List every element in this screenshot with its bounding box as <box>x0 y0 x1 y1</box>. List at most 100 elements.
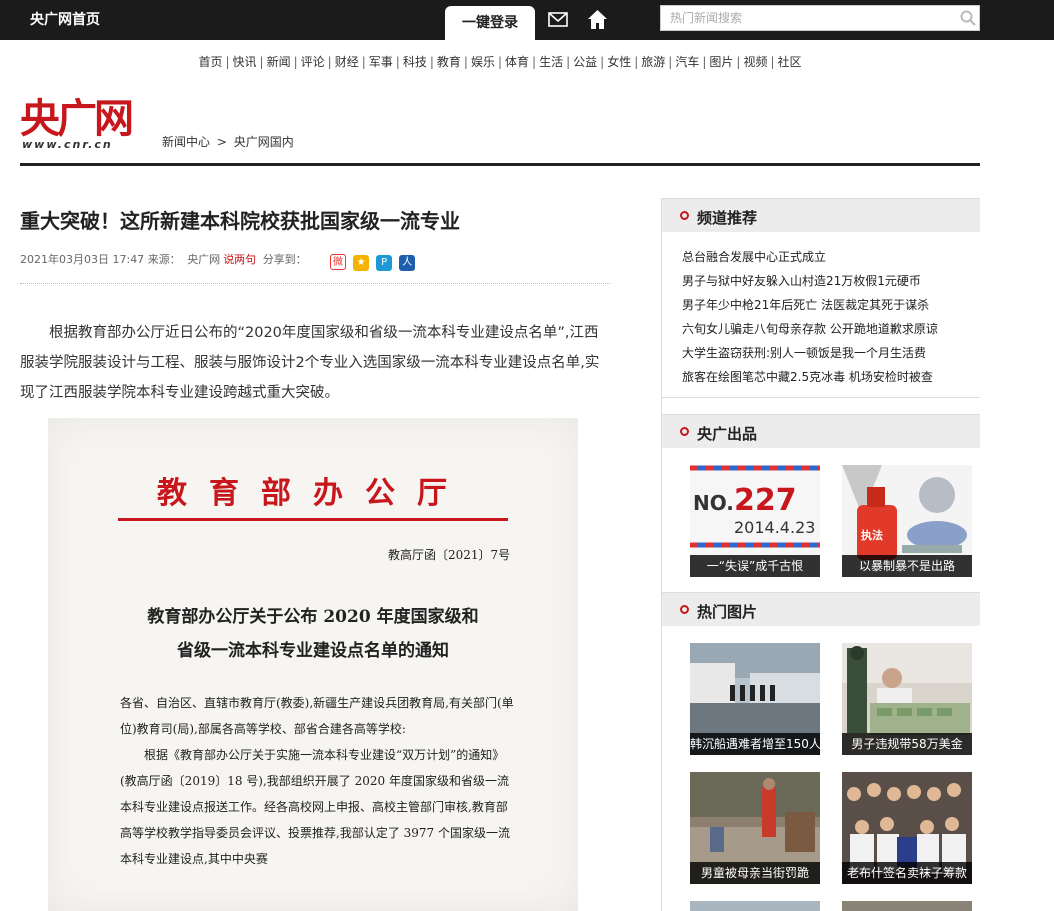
document-title: 教育部办公厅关于公布 2020 年度国家级和 省级一流本科专业建设点名单的通知 <box>48 600 578 668</box>
breadcrumb: 新闻中心 > 央广网国内 <box>162 133 294 150</box>
weibo-share-icon[interactable]: 微 <box>330 254 346 270</box>
document-title-line1: 教育部办公厅关于公布 2020 年度国家级和 <box>147 607 479 627</box>
home-icon[interactable] <box>587 9 608 30</box>
nav-item[interactable]: 社区 <box>778 55 802 69</box>
badge-date: 2014.4.23 <box>734 518 815 537</box>
recommend-link[interactable]: 六旬女儿骗走八旬母亲存款 公开跪地道歉求原谅 <box>682 317 977 341</box>
source-label: 来源： <box>147 253 181 266</box>
nav-separator: | <box>259 55 264 69</box>
search-box <box>660 5 980 31</box>
thumb-caption[interactable]: 老布什签名卖袜子筹款 <box>842 862 972 884</box>
home-link[interactable]: 央广网首页 <box>30 9 100 29</box>
qzone-share-icon[interactable]: ★ <box>353 255 370 271</box>
header-divider <box>20 163 980 166</box>
thumb-caption[interactable]: 男童被母亲当街罚跪 <box>690 862 820 884</box>
nav-item[interactable]: 快讯 <box>233 55 257 69</box>
thumb-caption[interactable]: 以暴制暴不是出路 <box>842 555 972 577</box>
nav-separator: | <box>463 55 468 69</box>
nav-separator: | <box>600 55 605 69</box>
nav-separator: | <box>395 55 400 69</box>
nav-item[interactable]: 生活 <box>539 55 563 69</box>
recommend-link[interactable]: 总台融合发展中心正式成立 <box>682 245 977 269</box>
nav-separator: | <box>736 55 741 69</box>
logo-url: www.cnr.cn <box>22 138 113 151</box>
nav-item[interactable]: 娱乐 <box>471 55 495 69</box>
nav-item[interactable]: 评论 <box>301 55 325 69</box>
nav-item[interactable]: 新闻 <box>267 55 291 69</box>
recommend-link[interactable]: 大学生盗窃获刑:别人一顿饭是我一个月生活费 <box>682 341 977 365</box>
breadcrumb-news-center[interactable]: 新闻中心 <box>162 135 210 149</box>
cnr-products-header: 央广出品 <box>662 414 980 448</box>
renren-share-icon[interactable]: 人 <box>399 255 416 271</box>
recommend-link[interactable]: 旅客在绘图笔芯中藏2.5克冰毒 机场安检时被查 <box>682 365 977 389</box>
nav-separator: | <box>497 55 503 69</box>
nav-separator: | <box>770 55 775 69</box>
nav-item[interactable]: 体育 <box>505 55 529 69</box>
document-para1: 各省、自治区、直辖市教育厅(教委),新疆生产建设兵团教育局,有关部门(单位)教育… <box>120 696 514 736</box>
nav-separator: | <box>566 55 571 69</box>
comment-link[interactable]: 说两句 <box>223 253 256 266</box>
nav-item[interactable]: 图片 <box>709 55 733 69</box>
badge-no: NO. <box>693 491 734 515</box>
bullet-circle-icon <box>680 427 689 436</box>
cnr-product-thumb[interactable]: 执法 以暴制暴不是出路 <box>842 465 972 577</box>
nav-separator: | <box>225 55 230 69</box>
article-title: 重大突破！这所新建本科院校获批国家级一流专业 <box>20 209 460 233</box>
hot-pictures-header: 热门图片 <box>662 592 980 626</box>
section-title: 频道推荐 <box>697 209 758 227</box>
nav-separator: | <box>361 55 366 69</box>
share-label: 分享到： <box>262 253 307 266</box>
stamp-text: 执法 <box>861 528 883 542</box>
nav-item[interactable]: 教育 <box>437 55 461 69</box>
section-title: 热门图片 <box>697 603 758 621</box>
cnr-product-thumb[interactable]: NO. 227 2014.4.23 一“失误”成千古恨 <box>690 465 820 577</box>
nav-item[interactable]: 首页 <box>198 55 222 69</box>
channel-recommend-header: 频道推荐 <box>662 198 980 232</box>
hot-picture-thumb[interactable]: 韩沉船遇难者增至150人 <box>690 643 820 755</box>
notice-document-image: 教育部办公厅 教高厅函〔2021〕7号 教育部办公厅关于公布 2020 年度国家… <box>48 418 578 911</box>
cnr-logo[interactable]: 央广网 www.cnr.cn <box>20 96 145 154</box>
nav-item[interactable]: 财经 <box>335 55 359 69</box>
search-input[interactable] <box>661 6 951 30</box>
top-bar: 央广网首页 一键登录 <box>0 0 1054 40</box>
nav-separator: | <box>429 55 434 69</box>
nav-separator: | <box>668 55 673 69</box>
hot-picture-thumb[interactable]: 老布什签名卖袜子筹款 <box>842 772 972 884</box>
nav-item[interactable]: 科技 <box>403 55 427 69</box>
nav-item[interactable]: 女性 <box>607 55 631 69</box>
breadcrumb-separator: > <box>216 135 227 149</box>
logo-text: 央广网 <box>20 95 134 142</box>
recommend-link[interactable]: 男子与狱中好友躲入山村造21万枚假1元硬币 <box>682 269 977 293</box>
hot-picture-thumb-partial[interactable] <box>842 901 972 911</box>
hot-picture-thumb[interactable]: 男童被母亲当街罚跪 <box>690 772 820 884</box>
hot-picture-thumb-partial[interactable] <box>690 901 820 911</box>
mail-icon[interactable] <box>548 11 568 28</box>
one-click-login-button[interactable]: 一键登录 <box>445 6 535 40</box>
nav-separator: | <box>532 55 537 69</box>
hot-picture-thumb[interactable]: 男子违规带58万美金 <box>842 643 972 755</box>
nav-separator: | <box>327 55 332 69</box>
document-number: 教高厅函〔2021〕7号 <box>388 548 511 562</box>
section-title: 央广出品 <box>697 425 758 443</box>
document-para2: 根据《教育部办公厅关于实施一流本科专业建设“双万计划”的通知》(教高厅函〔201… <box>120 748 510 866</box>
document-header: 教育部办公厅 <box>157 476 469 511</box>
meta-divider <box>20 283 610 284</box>
thumb-caption[interactable]: 男子违规带58万美金 <box>842 733 972 755</box>
nav-separator: | <box>702 55 707 69</box>
article-date: 2021年03月03日 17:47 <box>20 253 145 266</box>
search-icon[interactable] <box>960 10 976 26</box>
bullet-circle-icon <box>680 211 689 220</box>
nav-item[interactable]: 旅游 <box>641 55 665 69</box>
thumb-caption[interactable]: 一“失误”成千古恨 <box>690 555 820 577</box>
nav-item[interactable]: 军事 <box>369 55 393 69</box>
nav-item[interactable]: 公益 <box>573 55 597 69</box>
nav-item[interactable]: 视频 <box>743 55 767 69</box>
nav-item[interactable]: 汽车 <box>675 55 699 69</box>
thumb-caption[interactable]: 韩沉船遇难者增至150人 <box>690 733 820 755</box>
breadcrumb-domestic[interactable]: 央广网国内 <box>234 135 294 149</box>
recommend-link[interactable]: 男子年少中枪21年后死亡 法医裁定其死于谋杀 <box>682 293 977 317</box>
sidebar-divider <box>662 397 980 398</box>
document-title-line2: 省级一流本科专业建设点名单的通知 <box>177 641 449 661</box>
nav-separator: | <box>634 55 639 69</box>
tencent-weibo-share-icon[interactable]: P <box>376 255 393 271</box>
